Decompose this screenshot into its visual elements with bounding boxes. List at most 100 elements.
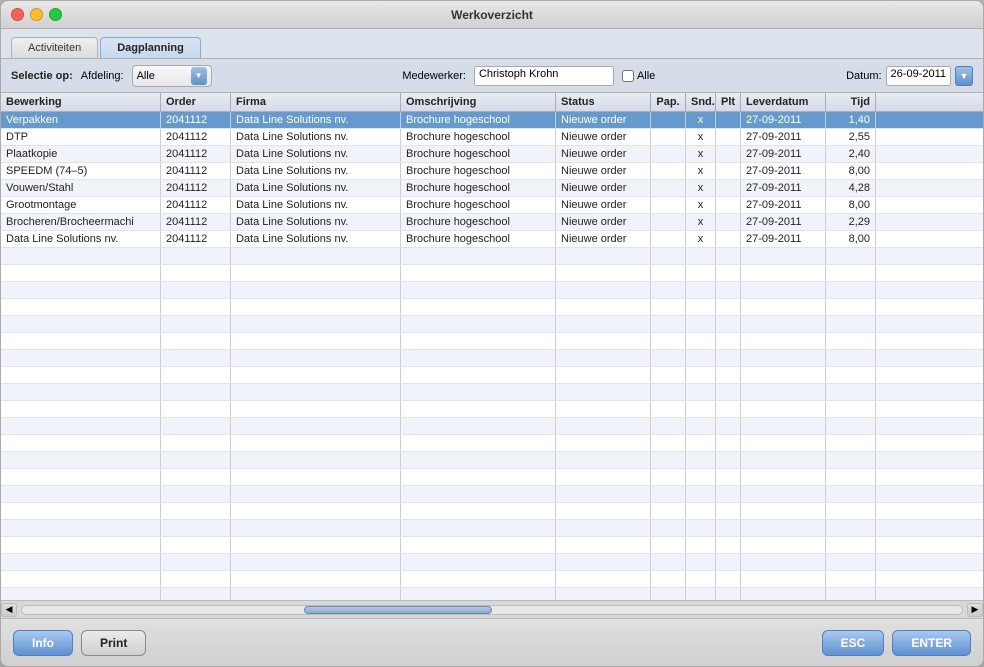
table-cell-empty	[401, 350, 556, 366]
table-cell-empty	[556, 401, 651, 417]
table-cell-empty	[741, 367, 826, 383]
table-cell-empty	[716, 486, 741, 502]
table-cell-empty	[686, 248, 716, 264]
table-cell: 8,00	[826, 197, 876, 213]
datum-picker-button[interactable]: ▼	[955, 66, 973, 86]
table-row[interactable]: Vouwen/Stahl2041112Data Line Solutions n…	[1, 180, 983, 197]
table-row[interactable]: DTP2041112Data Line Solutions nv.Brochur…	[1, 129, 983, 146]
table-row[interactable]: Verpakken2041112Data Line Solutions nv.B…	[1, 112, 983, 129]
table-cell-empty	[826, 520, 876, 536]
table-cell: SPEEDM (74–5)	[1, 163, 161, 179]
table-cell: 2041112	[161, 112, 231, 128]
table-row[interactable]: Data Line Solutions nv.2041112Data Line …	[1, 231, 983, 248]
alle-checkbox[interactable]	[622, 70, 634, 82]
bottom-left-buttons: Info Print	[13, 630, 146, 656]
enter-button[interactable]: ENTER	[892, 630, 971, 656]
table-cell-empty	[1, 588, 161, 600]
table-cell-empty	[651, 588, 686, 600]
col-header-plt: Plt	[716, 93, 741, 111]
table-cell-empty	[161, 248, 231, 264]
close-button[interactable]	[11, 8, 24, 21]
table-cell-empty	[686, 554, 716, 570]
datum-group: Datum: 26-09-2011 ▼	[846, 66, 973, 86]
table-cell: Data Line Solutions nv.	[231, 112, 401, 128]
maximize-button[interactable]	[49, 8, 62, 21]
horizontal-scrollbar[interactable]: ◀ ▶	[1, 600, 983, 618]
table-cell-empty	[161, 282, 231, 298]
table-cell-empty	[651, 571, 686, 587]
table-cell-empty	[741, 520, 826, 536]
table-cell	[716, 112, 741, 128]
scrollbar-thumb[interactable]	[304, 606, 492, 614]
table-cell	[651, 231, 686, 247]
scrollbar-track[interactable]	[21, 605, 963, 615]
table-body: Verpakken2041112Data Line Solutions nv.B…	[1, 112, 983, 600]
table-cell-empty	[741, 265, 826, 281]
table-cell-empty	[556, 469, 651, 485]
esc-button[interactable]: ESC	[822, 630, 885, 656]
col-header-bewerking: Bewerking	[1, 93, 161, 111]
table-cell-empty	[741, 350, 826, 366]
table-row[interactable]: SPEEDM (74–5)2041112Data Line Solutions …	[1, 163, 983, 180]
table-cell-empty	[686, 571, 716, 587]
table-cell-empty	[556, 435, 651, 451]
table-cell-empty	[401, 265, 556, 281]
afdeling-select[interactable]: Alle ▼	[132, 65, 212, 87]
print-button[interactable]: Print	[81, 630, 146, 656]
table-cell-empty	[161, 316, 231, 332]
table-cell: Data Line Solutions nv.	[231, 146, 401, 162]
table-cell: Nieuwe order	[556, 214, 651, 230]
tab-activiteiten[interactable]: Activiteiten	[11, 37, 98, 58]
table-cell: Nieuwe order	[556, 129, 651, 145]
table-cell-empty	[401, 520, 556, 536]
info-button[interactable]: Info	[13, 630, 73, 656]
table-cell: Nieuwe order	[556, 112, 651, 128]
minimize-button[interactable]	[30, 8, 43, 21]
table-cell-empty	[741, 401, 826, 417]
table-row[interactable]: Grootmontage2041112Data Line Solutions n…	[1, 197, 983, 214]
table-cell	[651, 214, 686, 230]
table-cell-empty	[161, 452, 231, 468]
table-cell-empty	[401, 469, 556, 485]
table-cell-empty	[401, 333, 556, 349]
table-cell-empty	[161, 469, 231, 485]
table-cell-empty	[741, 571, 826, 587]
table-row-empty	[1, 435, 983, 452]
datum-field[interactable]: 26-09-2011	[886, 66, 951, 86]
col-header-tijd: Tijd	[826, 93, 876, 111]
table-cell-empty	[401, 537, 556, 553]
afdeling-dropdown-arrow[interactable]: ▼	[191, 67, 207, 85]
table-row[interactable]: Plaatkopie2041112Data Line Solutions nv.…	[1, 146, 983, 163]
table-cell-empty	[826, 486, 876, 502]
table-cell: 2041112	[161, 197, 231, 213]
table-cell-empty	[651, 265, 686, 281]
table-cell-empty	[401, 299, 556, 315]
table-cell-empty	[401, 452, 556, 468]
table-cell-empty	[716, 299, 741, 315]
table-cell-empty	[161, 537, 231, 553]
table-cell-empty	[686, 435, 716, 451]
table-cell-empty	[401, 571, 556, 587]
table-cell-empty	[1, 299, 161, 315]
table-cell-empty	[161, 520, 231, 536]
table-cell-empty	[161, 418, 231, 434]
scroll-left-button[interactable]: ◀	[1, 603, 17, 617]
table-cell-empty	[401, 588, 556, 600]
tabbar: Activiteiten Dagplanning	[1, 29, 983, 59]
medewerker-field[interactable]: Christoph Krohn	[474, 66, 614, 86]
table-cell-empty	[826, 554, 876, 570]
table-cell-empty	[826, 418, 876, 434]
table-cell-empty	[651, 503, 686, 519]
table-cell: Data Line Solutions nv.	[231, 197, 401, 213]
col-header-firma: Firma	[231, 93, 401, 111]
table-cell: 4,28	[826, 180, 876, 196]
bottombar: Info Print ESC ENTER	[1, 618, 983, 666]
table-cell-empty	[231, 282, 401, 298]
table-cell-empty	[651, 367, 686, 383]
table-cell-empty	[556, 537, 651, 553]
tab-dagplanning[interactable]: Dagplanning	[100, 37, 201, 58]
table-row[interactable]: Brocheren/Brocheermachi2041112Data Line …	[1, 214, 983, 231]
scroll-right-button[interactable]: ▶	[967, 603, 983, 617]
table-cell-empty	[556, 486, 651, 502]
table-cell-empty	[686, 537, 716, 553]
